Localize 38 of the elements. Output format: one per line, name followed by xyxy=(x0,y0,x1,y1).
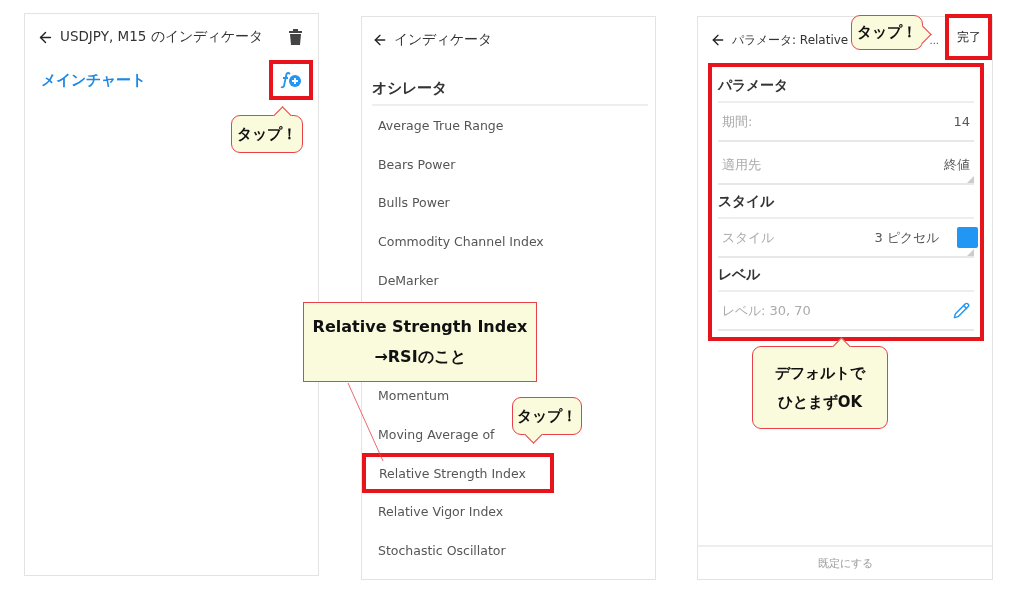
callout-text: Relative Strength Index xyxy=(312,315,528,338)
indicator-item[interactable]: Moving Average of xyxy=(378,426,495,442)
title-ellipsis: ... xyxy=(929,34,939,46)
parameter-field[interactable]: 適用先 終値 xyxy=(718,146,974,185)
section-heading: オシレータ xyxy=(372,79,648,106)
indicator-item[interactable]: Commodity Channel Index xyxy=(378,233,544,249)
indicator-item[interactable]: Momentum xyxy=(378,388,450,404)
pencil-icon[interactable] xyxy=(953,302,970,319)
screen-title: USDJPY, M15 のインディケータ xyxy=(60,28,263,46)
indicator-item[interactable]: DeMarker xyxy=(378,272,439,288)
indicator-item[interactable]: Stochastic Oscillator xyxy=(378,543,506,559)
callout-text: →RSIのこと xyxy=(374,346,466,368)
section-heading: レベル xyxy=(718,262,974,292)
add-indicator-button[interactable] xyxy=(269,60,313,100)
callout-text: デフォルトで xyxy=(775,363,865,384)
function-add-icon xyxy=(280,71,302,89)
back-arrow-icon[interactable] xyxy=(372,32,388,48)
callout-text: タップ！ xyxy=(857,22,917,44)
indicator-item[interactable]: Relative Vigor Index xyxy=(378,504,504,520)
screen-title: インディケータ xyxy=(394,31,492,49)
indicator-item[interactable]: Bulls Power xyxy=(378,195,450,211)
parameter-field[interactable]: 期間: 14 xyxy=(718,103,974,142)
callout-text: タップ！ xyxy=(237,123,297,145)
dropdown-corner-icon xyxy=(967,249,974,256)
parameter-field[interactable]: スタイル 3 ピクセル xyxy=(718,219,974,258)
dropdown-corner-icon xyxy=(967,176,974,183)
indicator-item[interactable]: Average True Range xyxy=(378,117,504,133)
section-heading: スタイル xyxy=(718,189,974,219)
section-heading: パラメータ xyxy=(718,73,974,103)
callout-text: タップ！ xyxy=(517,405,577,427)
color-swatch[interactable] xyxy=(957,227,978,248)
callout-text: ひとまずOK xyxy=(777,391,863,413)
screen-title: パラメータ: Relative xyxy=(732,31,849,49)
main-chart-label[interactable]: メインチャート xyxy=(41,70,146,90)
trash-icon[interactable] xyxy=(289,29,302,45)
indicator-item[interactable]: Relative Strength Index xyxy=(362,453,554,494)
indicator-item[interactable]: Bears Power xyxy=(378,156,456,172)
done-button[interactable]: 完了 xyxy=(945,14,992,60)
